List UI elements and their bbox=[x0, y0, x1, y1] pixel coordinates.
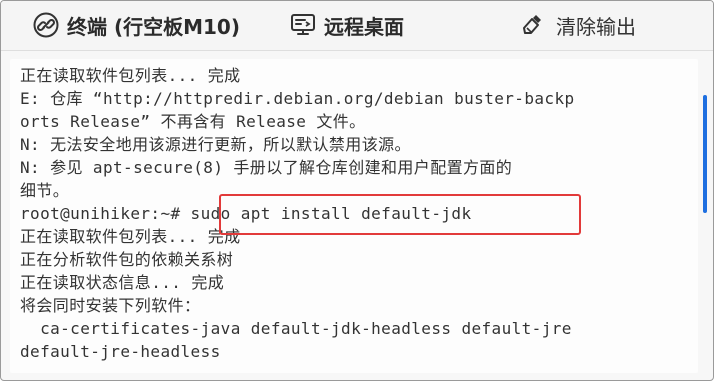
clear-output-label: 清除输出 bbox=[556, 14, 636, 39]
terminal-line: 正在分析软件包的依赖关系树 bbox=[20, 250, 234, 269]
terminal-tab-button[interactable]: 终端 (行空板M10) bbox=[33, 8, 240, 42]
link-icon bbox=[33, 12, 59, 38]
terminal-line: orts Release” 不再含有 Release 文件。 bbox=[20, 112, 366, 131]
terminal-line: N: 参见 apt-secure(8) 手册以了解仓库创建和用户配置方面的 bbox=[20, 158, 513, 177]
eraser-icon bbox=[523, 15, 541, 34]
clear-output-button[interactable]: 清除输出 bbox=[522, 8, 636, 42]
scrollbar-thumb[interactable] bbox=[703, 95, 707, 213]
terminal-line: E: 仓库 “http://httpredir.debian.org/debia… bbox=[20, 89, 575, 108]
terminal-window: 终端 (行空板M10) 远程桌面 清除输出 正在读取软件包列表... 完成 E:… bbox=[0, 0, 714, 381]
terminal-line: 正在读取状态信息... 完成 bbox=[20, 273, 225, 292]
terminal-line: ca-certificates-java default-jdk-headles… bbox=[20, 319, 572, 338]
remote-desktop-label: 远程桌面 bbox=[324, 14, 404, 39]
terminal-line: 细节。 bbox=[20, 181, 70, 200]
remote-desktop-button[interactable]: 远程桌面 bbox=[290, 8, 404, 42]
command-line: root@unihiker:~# sudo apt install defaul… bbox=[20, 204, 472, 223]
terminal-line: N: 无法安全地用该源进行更新，所以默认禁用该源。 bbox=[20, 135, 411, 154]
monitor-icon bbox=[291, 14, 315, 35]
terminal-output[interactable]: 正在读取软件包列表... 完成 E: 仓库 “http://httpredir.… bbox=[10, 59, 698, 373]
terminal-line: 正在读取软件包列表... 完成 bbox=[20, 227, 241, 246]
terminal-line: 正在读取软件包列表... 完成 bbox=[20, 66, 241, 85]
toolbar: 终端 (行空板M10) 远程桌面 清除输出 bbox=[1, 1, 713, 51]
terminal-line: default-jre-headless bbox=[20, 342, 221, 361]
terminal-tab-label: 终端 (行空板M10) bbox=[67, 14, 240, 39]
terminal-line: 将会同时安装下列软件： bbox=[20, 296, 201, 315]
